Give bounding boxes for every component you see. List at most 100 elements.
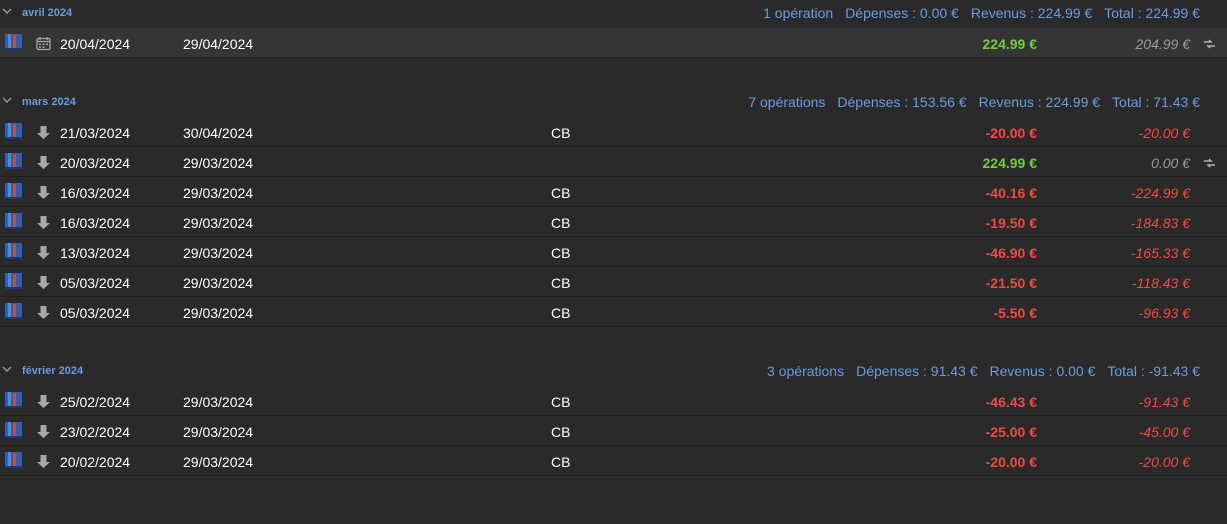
- net-total: Total : 71.43 €: [1112, 94, 1200, 110]
- account-book-icon: [5, 303, 22, 319]
- transaction-row[interactable]: 20/04/2024 29/04/2024 224.99 € 204.99 €: [0, 28, 1227, 58]
- arrow-down-icon: [37, 425, 50, 438]
- transaction-amount: -46.43 €: [985, 394, 1037, 410]
- transaction-row[interactable]: 16/03/2024 29/03/2024 CB -40.16 € -224.99 €: [0, 177, 1227, 207]
- payment-mode: CB: [551, 245, 571, 261]
- income-total: Revenus : 224.99 €: [970, 5, 1093, 21]
- transaction-date: 20/04/2024: [60, 36, 131, 52]
- net-total: Total : -91.43 €: [1107, 363, 1200, 379]
- arrow-down-icon: [37, 216, 50, 229]
- income-total: Revenus : 224.99 €: [978, 94, 1101, 110]
- transaction-date: 23/02/2024: [60, 424, 131, 440]
- transaction-amount: -20.00 €: [985, 454, 1037, 470]
- running-balance: -224.99 €: [1130, 185, 1190, 201]
- income-total: Revenus : 0.00 €: [989, 363, 1096, 379]
- value-date: 29/04/2024: [183, 36, 254, 52]
- payment-mode: CB: [551, 185, 571, 201]
- arrow-down-icon: [37, 276, 50, 289]
- chevron-down-icon: [2, 366, 12, 372]
- expenses-total: Dépenses : 91.43 €: [856, 363, 978, 379]
- transaction-row[interactable]: 20/03/2024 29/03/2024 224.99 € 0.00 €: [0, 147, 1227, 177]
- arrow-down-icon: [37, 455, 50, 468]
- transaction-amount: -5.50 €: [993, 305, 1037, 321]
- arrow-down-icon: [37, 186, 50, 199]
- payment-mode: CB: [551, 275, 571, 291]
- transaction-row[interactable]: 13/03/2024 29/03/2024 CB -46.90 € -165.33 €: [0, 237, 1227, 267]
- value-date: 29/03/2024: [183, 245, 254, 261]
- account-book-icon: [5, 183, 22, 199]
- running-balance: -45.00 €: [1138, 424, 1190, 440]
- month-summary: 7 opérations Dépenses : 153.56 € Revenus :…: [748, 94, 1200, 110]
- transaction-date: 25/02/2024: [60, 394, 131, 410]
- running-balance: 204.99 €: [1135, 36, 1191, 52]
- running-balance: -20.00 €: [1138, 454, 1190, 470]
- value-date: 30/04/2024: [183, 125, 254, 141]
- transaction-row[interactable]: 21/03/2024 30/04/2024 CB -20.00 € -20.00 €: [0, 117, 1227, 147]
- account-book-icon: [5, 452, 22, 468]
- account-book-icon: [5, 273, 22, 289]
- account-book-icon: [5, 213, 22, 229]
- chevron-down-icon: [2, 97, 12, 103]
- transaction-row[interactable]: 25/02/2024 29/03/2024 CB -46.43 € -91.43 €: [0, 386, 1227, 416]
- linked-transfer-icon: [1204, 158, 1215, 168]
- arrow-down-icon: [37, 395, 50, 408]
- transaction-amount: -46.90 €: [985, 245, 1037, 261]
- transaction-row[interactable]: 23/02/2024 29/03/2024 CB -25.00 € -45.00 €: [0, 416, 1227, 446]
- running-balance: -20.00 €: [1138, 125, 1190, 141]
- running-balance: -96.93 €: [1138, 305, 1190, 321]
- month-group-header[interactable]: février 2024 3 opérations Dépenses : 91.43…: [0, 358, 1227, 386]
- month-group-header[interactable]: avril 2024 1 opération Dépenses : 0.00 € Re…: [0, 0, 1227, 28]
- value-date: 29/03/2024: [183, 275, 254, 291]
- transaction-amount: -20.00 €: [985, 125, 1037, 141]
- value-date: 29/03/2024: [183, 394, 254, 410]
- transaction-amount: -25.00 €: [985, 424, 1037, 440]
- value-date: 29/03/2024: [183, 185, 254, 201]
- transaction-row[interactable]: 05/03/2024 29/03/2024 CB -5.50 € -96.93 €: [0, 297, 1227, 327]
- transaction-date: 20/02/2024: [60, 454, 131, 470]
- account-book-icon: [5, 422, 22, 438]
- value-date: 29/03/2024: [183, 454, 254, 470]
- running-balance: -165.33 €: [1130, 245, 1190, 261]
- transaction-amount: 224.99 €: [982, 36, 1038, 52]
- account-book-icon: [5, 153, 22, 169]
- arrow-down-icon: [37, 246, 50, 259]
- payment-mode: CB: [551, 394, 571, 410]
- payment-mode: CB: [551, 454, 571, 470]
- operation-count: 7 opérations: [748, 94, 826, 110]
- month-title: avril 2024: [22, 7, 73, 19]
- net-total: Total : 224.99 €: [1104, 5, 1200, 21]
- transaction-row[interactable]: 16/03/2024 29/03/2024 CB -19.50 € -184.83 €: [0, 207, 1227, 237]
- value-date: 29/03/2024: [183, 305, 254, 321]
- calendar-icon: [36, 37, 51, 51]
- transaction-date: 05/03/2024: [60, 275, 131, 291]
- arrow-down-icon: [37, 156, 50, 169]
- expenses-total: Dépenses : 0.00 €: [845, 5, 959, 21]
- transactions-list: avril 2024 1 opération Dépenses : 0.00 € Re…: [0, 0, 1227, 524]
- transaction-date: 05/03/2024: [60, 305, 131, 321]
- payment-mode: CB: [551, 125, 571, 141]
- transaction-amount: -40.16 €: [985, 185, 1037, 201]
- month-group-header[interactable]: mars 2024 7 opérations Dépenses : 153.56 €…: [0, 89, 1227, 117]
- arrow-down-icon: [37, 306, 50, 319]
- arrow-down-icon: [37, 126, 50, 139]
- account-book-icon: [5, 123, 22, 139]
- transaction-row[interactable]: 05/03/2024 29/03/2024 CB -21.50 € -118.43 €: [0, 267, 1227, 297]
- transaction-date: 20/03/2024: [60, 155, 131, 171]
- month-summary: 3 opérations Dépenses : 91.43 € Revenus : …: [767, 363, 1200, 379]
- month-title: mars 2024: [22, 96, 76, 108]
- transaction-row[interactable]: 20/02/2024 29/03/2024 CB -20.00 € -20.00 €: [0, 446, 1227, 476]
- value-date: 29/03/2024: [183, 215, 254, 231]
- running-balance: 0.00 €: [1151, 155, 1190, 171]
- month-group: avril 2024 1 opération Dépenses : 0.00 € Re…: [0, 0, 1227, 58]
- transaction-amount: -19.50 €: [985, 215, 1037, 231]
- payment-mode: CB: [551, 424, 571, 440]
- value-date: 29/03/2024: [183, 155, 254, 171]
- month-group: mars 2024 7 opérations Dépenses : 153.56 €…: [0, 89, 1227, 327]
- value-date: 29/03/2024: [183, 424, 254, 440]
- month-title: février 2024: [22, 365, 84, 377]
- month-summary: 1 opération Dépenses : 0.00 € Revenus : 22…: [763, 5, 1200, 21]
- running-balance: -118.43 €: [1131, 275, 1190, 291]
- transaction-date: 16/03/2024: [60, 185, 131, 201]
- month-group: février 2024 3 opérations Dépenses : 91.43…: [0, 358, 1227, 476]
- expenses-total: Dépenses : 153.56 €: [837, 94, 967, 110]
